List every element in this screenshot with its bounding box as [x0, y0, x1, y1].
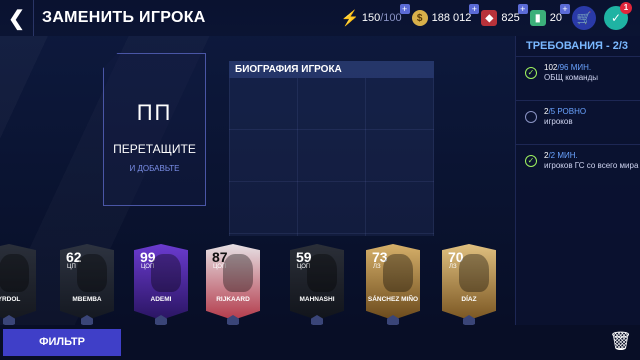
card-name: SÁNCHEZ MIÑO: [367, 296, 419, 303]
player-drop-slot[interactable]: ПП ПЕРЕТАЩИТЕ И ДОБАВЬТЕ: [103, 53, 206, 206]
player-portrait: [77, 254, 107, 292]
player-card[interactable]: 87 ЦОП RIJKAARD: [206, 244, 260, 320]
check-circle-icon: ✓: [525, 155, 537, 167]
slot-position: ПП: [136, 100, 173, 125]
add-gems-icon[interactable]: +: [517, 4, 528, 14]
add-energy-icon[interactable]: +: [399, 4, 410, 14]
player-portrait: [0, 254, 29, 292]
currency-bar: ⚡ 150/100 + $ 188 012 + ◆ 825 + ▮ 20 + 🛒…: [340, 0, 640, 36]
player-card[interactable]: 99 ЦОП ADEMI: [134, 244, 188, 320]
energy-value: 150: [361, 12, 381, 24]
player-portrait: [307, 254, 337, 292]
requirement-item: ✓ 2/2 МИН. игроков ГС со всего мира: [516, 144, 640, 188]
cash-icon: ▮: [529, 10, 546, 26]
player-portrait: [383, 254, 413, 292]
energy-counter[interactable]: ⚡ 150/100 +: [340, 4, 410, 27]
bottom-bar: ФИЛЬТР 🗑: [0, 325, 640, 360]
player-card-carousel[interactable]: YRDOL62ЦПMBEMBA99ЦОПADEMI87ЦОПRIJKAARD59…: [0, 240, 515, 327]
card-name: MBEMBA: [72, 296, 102, 303]
lightning-icon: ⚡: [340, 10, 360, 27]
player-portrait: [223, 254, 253, 292]
coins-value: 188 012: [431, 12, 472, 24]
requirement-progress: 2/5 РОВНО: [544, 107, 587, 116]
checklist-icon: ✓: [610, 11, 622, 25]
card-name: YRDOL: [0, 296, 21, 303]
objectives-button[interactable]: ✓ 1: [604, 2, 632, 30]
player-card[interactable]: YRDOL: [0, 244, 36, 320]
trash-icon[interactable]: 🗑: [609, 331, 632, 352]
card-name: DÍAZ: [461, 296, 477, 303]
filter-button[interactable]: ФИЛЬТР: [3, 329, 121, 356]
player-portrait: [151, 254, 181, 292]
coin-icon: $: [411, 10, 428, 26]
card-position: ЦП: [67, 264, 76, 270]
page-title: ЗАМЕНИТЬ ИГРОКА: [42, 9, 206, 26]
card-name: ADEMI: [150, 296, 172, 303]
store-button[interactable]: 🛒: [572, 6, 596, 30]
coins-counter[interactable]: $ 188 012 +: [411, 4, 480, 26]
empty-circle-icon: [525, 111, 537, 123]
notification-badge: 1: [620, 2, 632, 14]
requirement-desc: игроков: [544, 117, 573, 126]
chevron-left-icon: ❮: [8, 7, 25, 30]
gems-value: 825: [501, 12, 520, 24]
gem-icon: ◆: [481, 10, 498, 26]
requirement-desc: ОБЩ команды: [544, 73, 599, 82]
player-card[interactable]: 73 ЛЗ SÁNCHEZ MIÑO: [366, 244, 420, 320]
player-card[interactable]: 62 ЦП MBEMBA: [60, 244, 114, 320]
card-name: RIJKAARD: [216, 296, 250, 303]
gems-counter[interactable]: ◆ 825 +: [481, 4, 528, 26]
card-position: ЛЗ: [449, 264, 457, 270]
requirements-title: ТРЕБОВАНИЯ - 2/3: [526, 40, 629, 52]
requirement-progress: 102/96 МИН.: [544, 63, 592, 72]
requirement-item: ✓ 102/96 МИН. ОБЩ команды: [516, 56, 640, 100]
cash-counter[interactable]: ▮ 20 +: [529, 4, 570, 26]
top-bar: ❮ ЗАМЕНИТЬ ИГРОКА ⚡ 150/100 + $ 188 012 …: [0, 0, 640, 36]
player-bio-panel: БИОГРАФИЯ ИГРОКА: [229, 61, 434, 236]
player-card[interactable]: 59 ЦОП MAHNASHI: [290, 244, 344, 320]
requirement-desc: игроков ГС со всего мира: [544, 161, 639, 170]
add-coins-icon[interactable]: +: [469, 4, 480, 14]
requirement-progress: 2/2 МИН.: [544, 151, 578, 160]
requirements-panel: ТРЕБОВАНИЯ - 2/3 ✓ 102/96 МИН. ОБЩ команды…: [515, 36, 640, 325]
card-name: MAHNASHI: [299, 296, 335, 303]
requirement-item: 2/5 РОВНО игроков: [516, 100, 640, 144]
add-cash-icon[interactable]: +: [560, 4, 570, 14]
back-button[interactable]: ❮: [0, 0, 34, 36]
bio-title: БИОГРАФИЯ ИГРОКА: [229, 61, 434, 78]
bio-grid: [229, 78, 434, 236]
drag-instruction: ПЕРЕТАЩИТЕ: [113, 142, 196, 156]
card-position: ЛЗ: [373, 264, 381, 270]
add-instruction: И ДОБАВЬТЕ: [129, 164, 180, 173]
energy-max: /100: [380, 12, 402, 24]
player-portrait: [459, 254, 489, 292]
check-circle-icon: ✓: [525, 67, 537, 79]
cart-icon: 🛒: [576, 11, 592, 25]
player-card[interactable]: 70 ЛЗ DÍAZ: [442, 244, 496, 320]
